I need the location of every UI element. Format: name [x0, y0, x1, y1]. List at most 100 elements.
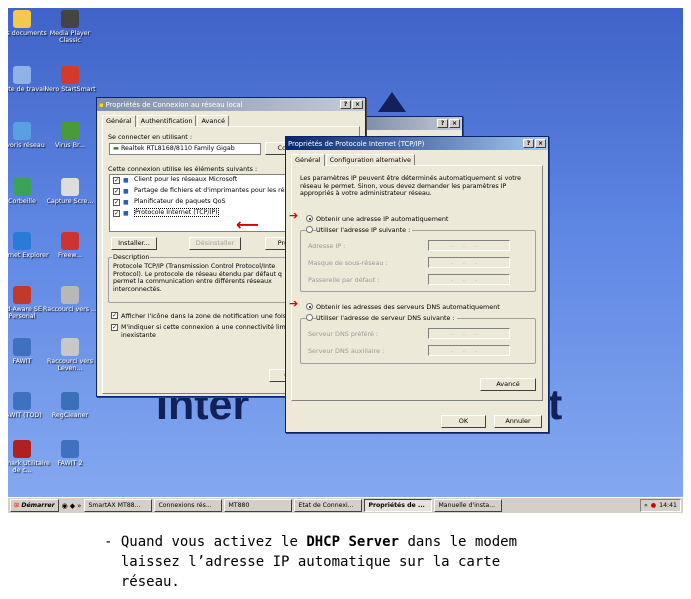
component-label: Protocole Internet (TCP/IP): [134, 208, 219, 217]
application-icon: [61, 122, 79, 140]
application-icon: [61, 338, 79, 356]
taskbar-button[interactable]: Manuelle d'insta...: [434, 499, 503, 512]
desktop-icon[interactable]: Raccourci vers Leven...: [38, 338, 102, 372]
taskbar-button-label: Etat de Connexi...: [298, 502, 354, 509]
components-list-inner: ✓ ■ Client pour les réseaux Microsoft ✓ ■ Par…: [110, 175, 308, 219]
caption: - Quand vous activez le DHCP Server dans…: [104, 532, 517, 592]
desktop-icon[interactable]: Nero StartSmart: [38, 66, 102, 93]
items-label: Cette connexion utilise les éléments sui…: [108, 165, 258, 173]
help-button[interactable]: ?: [523, 139, 534, 148]
application-icon: [61, 392, 79, 410]
application-icon: [13, 338, 31, 356]
tab-advanced[interactable]: Avancé: [197, 115, 230, 126]
help-button[interactable]: ?: [340, 100, 351, 109]
component-item[interactable]: ✓ ■ Protocole Internet (TCP/IP): [110, 208, 308, 219]
tab-alternate-config[interactable]: Configuration alternative: [325, 154, 415, 165]
application-icon: [13, 232, 31, 250]
application-icon: [13, 178, 31, 196]
component-item[interactable]: ✓ ■ Planificateur de paquets QoS: [110, 197, 308, 208]
help-button[interactable]: ?: [437, 119, 448, 128]
advanced-button[interactable]: Avancé: [480, 378, 536, 391]
desktop-icon[interactable]: Media Player Classic: [38, 10, 102, 44]
tray-shield-icon[interactable]: ●: [651, 500, 656, 511]
components-list[interactable]: ✓ ■ Client pour les réseaux Microsoft ✓ ■ Par…: [109, 174, 309, 232]
desktop-icon[interactable]: RegCleaner: [38, 392, 102, 419]
taskbar: ⊞ Démarrer ◉ ◆ » SmartAX MT88... Connexio…: [8, 497, 683, 513]
tcpip-cancel-button[interactable]: Annuler: [494, 415, 542, 428]
connection-window-title: Propriétés de Connexion au réseau local: [105, 100, 243, 109]
desktop-icon[interactable]: Freew...: [38, 232, 102, 259]
close-button[interactable]: ×: [535, 139, 546, 148]
desktop-icon-label: Raccourci vers ...: [42, 306, 97, 313]
tab-general[interactable]: Général: [291, 154, 325, 166]
taskbar-button[interactable]: Connexions rés...: [154, 499, 223, 512]
caption-text-2: dans le modem: [399, 534, 518, 550]
show-icon-checkbox[interactable]: ✓: [111, 312, 118, 319]
tcpip-ok-button[interactable]: OK: [441, 415, 486, 428]
ip-address-field[interactable]: ...: [428, 240, 510, 251]
quicklaunch-icon[interactable]: ◆: [70, 502, 75, 510]
taskbar-button[interactable]: MT880: [224, 499, 293, 512]
desktop-icon[interactable]: Capture Scre...: [38, 178, 102, 205]
close-button[interactable]: ×: [449, 119, 460, 128]
task-buttons: SmartAX MT88... Connexions rés... MT880 Eta…: [84, 499, 503, 512]
manual-ip-label: Utiliser l'adresse IP suivante :: [316, 226, 413, 234]
tab-authentication[interactable]: Authentification: [136, 115, 197, 126]
gateway-field[interactable]: ...: [428, 274, 510, 285]
taskbar-button[interactable]: Etat de Connexi...: [294, 499, 363, 512]
application-icon: [61, 232, 79, 250]
notify-label: M'indiquer si cette connexion a une conn…: [121, 324, 288, 339]
desktop-icon[interactable]: Raccourci vers ...: [38, 286, 102, 313]
tab-bar: Général Configuration alternative: [286, 150, 548, 166]
close-button[interactable]: ×: [352, 100, 363, 109]
auto-dns-radio[interactable]: [306, 303, 313, 310]
connection-window-titlebar[interactable]: ▪ Propriétés de Connexion au réseau loca…: [97, 98, 365, 111]
component-icon: ■: [123, 188, 129, 195]
uninstall-button[interactable]: Désinstaller: [189, 237, 241, 250]
desktop-icon-label: Nero StartSmart: [44, 86, 96, 93]
connect-using-label: Se connecter en utilisant :: [108, 133, 192, 141]
taskbar-button[interactable]: Propriétés de ...: [364, 499, 433, 512]
description-label: Description: [112, 253, 151, 261]
manual-ip-radio[interactable]: [306, 226, 313, 233]
start-button[interactable]: ⊞ Démarrer: [10, 499, 59, 512]
desktop-icon[interactable]: FAWIT 2: [38, 440, 102, 467]
taskbar-button[interactable]: SmartAX MT88...: [84, 499, 153, 512]
component-icon: ■: [123, 210, 129, 217]
component-item[interactable]: ✓ ■ Client pour les réseaux Microsoft: [110, 175, 308, 186]
component-item[interactable]: ✓ ■ Partage de fichiers et d'imprimantes p…: [110, 186, 308, 197]
intro-text: Les paramètres IP peuvent être déterminé…: [300, 175, 522, 197]
application-icon: [13, 392, 31, 410]
auto-ip-radio[interactable]: [306, 215, 313, 222]
adapter-icon: ▬: [113, 145, 121, 152]
adapter-name: Realtek RTL8168/8110 Family Gigab: [120, 145, 235, 152]
desktop-icon-label: Raccourci vers Leven...: [47, 358, 93, 372]
component-icon: ■: [123, 199, 129, 206]
component-checkbox[interactable]: ✓: [113, 210, 120, 217]
component-checkbox[interactable]: ✓: [113, 199, 120, 206]
quicklaunch-icon[interactable]: ◉: [62, 502, 68, 510]
tab-general[interactable]: Général: [102, 115, 136, 127]
manual-dns-radio[interactable]: [306, 314, 313, 321]
tray-expand-icon[interactable]: «: [644, 500, 648, 511]
tcpip-window-titlebar[interactable]: Propriétés de Protocole Internet (TCP/IP…: [286, 137, 548, 150]
caption-text-1: Quand vous activez le: [112, 534, 307, 550]
component-checkbox[interactable]: ✓: [113, 188, 120, 195]
application-icon: [61, 178, 79, 196]
background-window-titlebar[interactable]: ? ×: [364, 117, 462, 130]
component-checkbox[interactable]: ✓: [113, 177, 120, 184]
caption-dhcp-server: DHCP Server: [306, 534, 400, 550]
auto-ip-label: Obtenir une adresse IP automatiquement: [316, 215, 449, 223]
subnet-mask-field[interactable]: ...: [428, 257, 510, 268]
notify-checkbox[interactable]: ✓: [111, 324, 118, 331]
desktop-icon[interactable]: Virus Br...: [38, 122, 102, 149]
application-icon: [13, 66, 31, 84]
windows-logo-icon: ⊞: [14, 502, 20, 509]
install-button[interactable]: Installer...: [111, 237, 157, 250]
gateway-label: Passerelle par défaut :: [308, 276, 380, 284]
preferred-dns-label: Serveur DNS préféré :: [308, 330, 379, 338]
description-text: Protocole TCP/IP (Transmission Control P…: [113, 263, 282, 293]
preferred-dns-field[interactable]: ...: [428, 328, 510, 339]
alternate-dns-field[interactable]: ...: [428, 345, 510, 356]
quicklaunch-icon[interactable]: »: [77, 502, 81, 510]
